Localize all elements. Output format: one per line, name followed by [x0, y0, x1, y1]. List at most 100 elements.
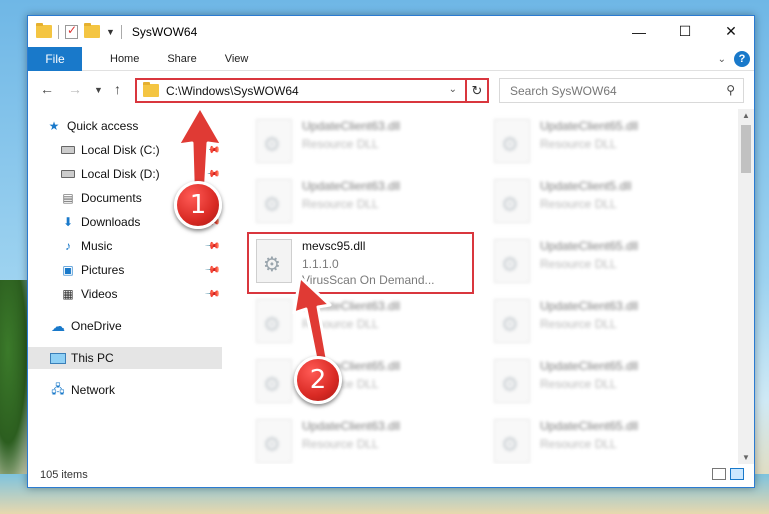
music-icon: ♪ — [65, 239, 71, 253]
scroll-up-icon[interactable]: ▲ — [742, 111, 750, 120]
list-item[interactable]: UpdateClient63.dll Resource DLL — [242, 113, 467, 169]
status-bar: 105 items — [28, 463, 754, 487]
tab-view[interactable]: View — [211, 53, 263, 65]
nav-item-label: Downloads — [81, 215, 141, 229]
search-input[interactable]: Search SysWOW64 ⚲ — [499, 78, 744, 103]
dll-file-icon — [494, 419, 530, 463]
toolbar-divider — [120, 24, 122, 39]
toolbar-divider — [58, 24, 59, 39]
dll-file-icon — [494, 299, 530, 343]
nav-item-label: Music — [81, 239, 113, 253]
dll-file-icon — [494, 239, 530, 283]
tab-share[interactable]: Share — [153, 53, 210, 65]
dll-file-icon — [494, 119, 530, 163]
nav-item-label: Pictures — [81, 263, 125, 277]
quick-access-toolbar: ▼ — [28, 23, 122, 39]
maximize-button[interactable]: ☐ — [662, 16, 708, 47]
dll-file-icon — [256, 179, 292, 223]
vertical-scrollbar[interactable]: ▲ ▼ — [738, 109, 754, 464]
nav-item-videos[interactable]: ▦ Videos 📌 — [28, 283, 222, 305]
nav-item-label: This PC — [71, 351, 114, 365]
file-name: UpdateClient63.dll — [302, 179, 401, 193]
forward-arrow-icon[interactable]: → — [68, 81, 82, 97]
list-item[interactable]: UpdateClient5.dll Resource DLL — [480, 173, 705, 229]
nav-item-label: Local Disk (D:) — [81, 167, 160, 181]
address-dropdown-chevron-icon[interactable]: ⌄ — [449, 84, 457, 95]
explorer-window: ▼ SysWOW64 — ☐ ✕ File Home Share View ⌄ … — [27, 15, 755, 488]
pin-icon[interactable]: 📌 — [203, 262, 220, 279]
list-item[interactable]: UpdateClient63.dll Resource DLL — [242, 173, 467, 229]
file-name: UpdateClient63.dll — [302, 119, 401, 133]
properties-icon[interactable] — [65, 23, 78, 39]
file-type: Resource DLL — [540, 437, 617, 451]
pin-icon[interactable]: 📌 — [203, 286, 220, 303]
item-count: 105 items — [40, 469, 88, 481]
list-item[interactable]: UpdateClient63.dll Resource DLL — [480, 293, 705, 349]
new-folder-icon[interactable] — [84, 23, 100, 38]
highlight-box-file — [247, 232, 474, 294]
nav-item-this-pc[interactable]: This PC — [28, 347, 222, 369]
address-row: ← → ▼ ↑ C:\Windows\SysWOW64 ⌄ ↻ Search S… — [28, 73, 754, 107]
disk-icon — [60, 167, 76, 181]
file-name: UpdateClient65.dll — [540, 119, 639, 133]
list-item[interactable]: UpdateClient65.dllResource DLL — [480, 233, 705, 289]
window-title: SysWOW64 — [131, 24, 198, 39]
nav-item-label: Local Disk (C:) — [81, 143, 160, 157]
address-bar[interactable]: C:\Windows\SysWOW64 ⌄ — [135, 78, 489, 103]
refresh-icon: ↻ — [471, 82, 483, 98]
file-type: Resource DLL — [302, 137, 379, 151]
file-type: Resource DLL — [302, 437, 379, 451]
list-item[interactable]: UpdateClient65.dll Resource DLL — [480, 413, 705, 464]
computer-icon — [50, 351, 66, 365]
nav-item-pictures[interactable]: ▣ Pictures 📌 — [28, 259, 222, 281]
expand-ribbon-chevron-icon[interactable]: ⌄ — [718, 54, 726, 65]
search-placeholder: Search SysWOW64 — [510, 83, 617, 98]
nav-item-network[interactable]: 🖧 Network — [28, 379, 222, 401]
nav-item-label: Quick access — [67, 119, 139, 133]
refresh-button[interactable]: ↻ — [465, 78, 489, 103]
disk-icon — [60, 143, 76, 157]
tab-home[interactable]: Home — [96, 53, 153, 65]
nav-item-label: OneDrive — [71, 319, 122, 333]
close-button[interactable]: ✕ — [708, 16, 754, 47]
pin-icon[interactable]: 📌 — [203, 238, 220, 255]
details-view-icon[interactable] — [712, 468, 726, 480]
minimize-button[interactable]: — — [616, 16, 662, 47]
list-item[interactable]: UpdateClient63.dllResource DLL — [242, 293, 467, 349]
customize-toolbar-chevron-icon[interactable]: ▼ — [106, 27, 115, 37]
download-icon: ⬇ — [62, 215, 74, 229]
dll-file-icon — [494, 359, 530, 403]
nav-item-label: Network — [71, 383, 116, 397]
ribbon-tabs: File Home Share View ⌄ ? — [28, 46, 754, 71]
recent-locations-chevron-icon[interactable]: ▼ — [94, 85, 103, 95]
up-arrow-icon[interactable]: ↑ — [114, 81, 121, 97]
file-name: UpdateClient63.dll — [540, 299, 639, 313]
videos-icon: ▦ — [62, 287, 74, 301]
scroll-down-icon[interactable]: ▼ — [742, 453, 750, 462]
large-icons-view-icon[interactable] — [730, 468, 744, 480]
file-type: Resource DLL — [302, 197, 379, 211]
back-arrow-icon[interactable]: ← — [40, 81, 54, 97]
callout-badge-two: 2 — [294, 356, 342, 404]
file-type: Resource DLL — [540, 377, 617, 391]
list-item[interactable]: UpdateClient63.dllResource DLL — [242, 413, 467, 464]
nav-item-label: Videos — [81, 287, 118, 301]
window-controls: — ☐ ✕ — [616, 16, 754, 47]
title-bar: ▼ SysWOW64 — ☐ ✕ — [28, 16, 754, 47]
nav-item-onedrive[interactable]: ☁ OneDrive — [28, 315, 222, 337]
nav-item-music[interactable]: ♪ Music 📌 — [28, 235, 222, 257]
dll-file-icon — [256, 419, 292, 463]
ribbon-right-controls: ⌄ ? — [718, 51, 750, 67]
list-item[interactable]: UpdateClient65.dllResource DLL — [242, 353, 467, 409]
scrollbar-thumb[interactable] — [741, 125, 751, 173]
folder-icon — [143, 82, 159, 97]
file-type: Resource DLL — [540, 317, 617, 331]
file-name: UpdateClient65.dll — [540, 359, 639, 373]
star-icon: ★ — [48, 119, 60, 133]
list-item[interactable]: UpdateClient65.dllResource DLL — [480, 113, 705, 169]
tab-file[interactable]: File — [28, 46, 82, 71]
list-item[interactable]: UpdateClient65.dll Resource DLL — [480, 353, 705, 409]
documents-icon: ▤ — [62, 191, 74, 205]
file-name: UpdateClient65.dll — [540, 419, 639, 433]
help-icon[interactable]: ? — [734, 51, 750, 67]
